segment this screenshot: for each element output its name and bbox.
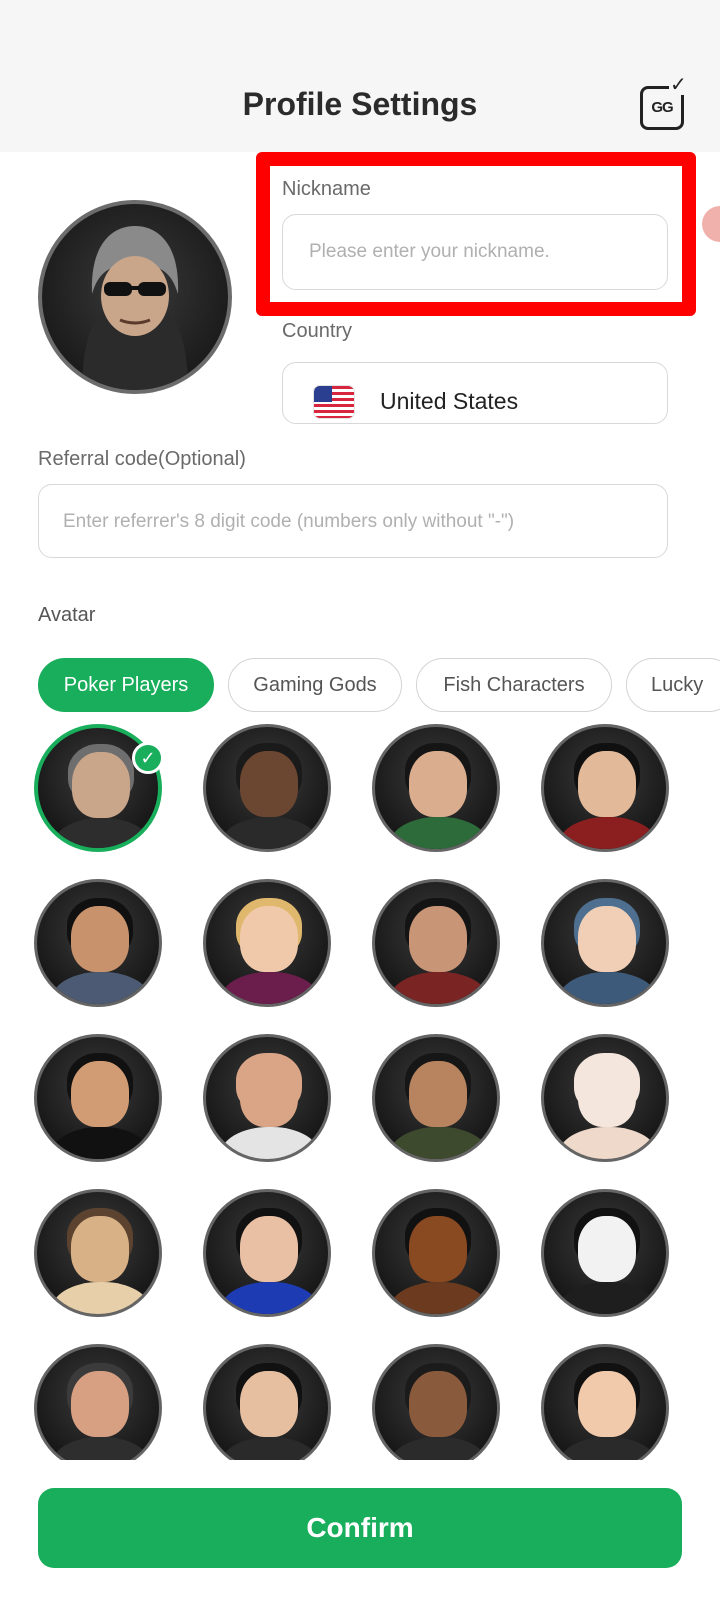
avatar-face — [578, 906, 636, 972]
avatar-option-doberman-dog[interactable] — [372, 1189, 500, 1317]
page-title: Profile Settings — [242, 86, 478, 122]
gg-check-icon[interactable]: GG ✓ — [640, 75, 688, 130]
avatar-option-young-man-suit[interactable] — [203, 1344, 331, 1460]
avatar-option-blonde-woman[interactable] — [203, 879, 331, 1007]
hooded-man-avatar-icon — [82, 226, 188, 390]
avatar-body — [558, 817, 658, 849]
avatar-face — [71, 906, 129, 972]
avatar-body — [558, 1282, 658, 1314]
avatar-option-mustache-man[interactable] — [34, 879, 162, 1007]
avatar-body — [220, 1437, 320, 1460]
edge-indicator-dot — [702, 206, 720, 242]
avatar-body — [51, 1282, 151, 1314]
avatar-body — [389, 1127, 489, 1159]
avatar-body — [389, 972, 489, 1004]
confirm-button[interactable]: Confirm — [38, 1488, 682, 1568]
avatar-option-white-cat[interactable] — [541, 1034, 669, 1162]
avatar-option-pug-dog[interactable] — [34, 1189, 162, 1317]
country-label: Country — [282, 320, 353, 342]
referral-label: Referral code(Optional) — [38, 448, 246, 470]
header-bar: Profile Settings GG ✓ — [0, 0, 720, 152]
avatar-option-bald-mustache-man[interactable] — [203, 1034, 331, 1162]
avatar-face — [71, 1371, 129, 1437]
avatar-option-woman-blue-dress[interactable] — [203, 1189, 331, 1317]
avatar-body — [51, 1437, 151, 1460]
avatar-face — [72, 752, 130, 818]
avatar-option-big-man-sunglasses[interactable] — [34, 1034, 162, 1162]
check-mark-icon: ✓ — [669, 74, 688, 96]
avatar-face — [71, 1216, 129, 1282]
avatar-face — [409, 1371, 467, 1437]
avatar-option-man-suit[interactable] — [203, 724, 331, 852]
selected-check-icon: ✓ — [132, 742, 164, 774]
tab-fish-characters[interactable]: Fish Characters — [416, 658, 612, 712]
avatar-body — [558, 1437, 658, 1460]
avatar-body — [389, 1437, 489, 1460]
avatar-option-panda[interactable] — [541, 1189, 669, 1317]
selected-avatar-preview — [38, 200, 232, 394]
avatar-face — [240, 906, 298, 972]
avatar-face — [409, 1061, 467, 1127]
avatar-option-angry-boy[interactable] — [372, 724, 500, 852]
avatar-face — [409, 751, 467, 817]
tab-lucky[interactable]: Lucky — [626, 658, 720, 712]
tab-gaming-gods[interactable]: Gaming Gods — [228, 658, 402, 712]
gg-logo-text: GG — [651, 99, 673, 116]
us-flag-icon — [314, 386, 354, 418]
referral-code-input[interactable]: Enter referrer's 8 digit code (numbers o… — [38, 484, 668, 558]
avatar-option-hooded-kid-sunglasses[interactable] — [541, 879, 669, 1007]
avatar-body — [51, 1127, 151, 1159]
avatar-face — [578, 1371, 636, 1437]
nickname-highlight-box — [256, 152, 696, 316]
avatar-label: Avatar — [38, 604, 96, 626]
avatar-face — [578, 751, 636, 817]
avatar-face — [409, 1216, 467, 1282]
referral-placeholder: Enter referrer's 8 digit code (numbers o… — [63, 511, 515, 532]
avatar-grid — [0, 724, 720, 1460]
tab-poker-players[interactable]: Poker Players — [38, 658, 214, 712]
avatar-option-man-fedora[interactable] — [34, 1344, 162, 1460]
avatar-face — [240, 1371, 298, 1437]
avatar-body — [220, 1282, 320, 1314]
avatar-face — [240, 1216, 298, 1282]
avatar-option-short-hair-woman[interactable] — [541, 1344, 669, 1460]
avatar-face — [240, 1061, 298, 1127]
avatar-body — [51, 972, 151, 1004]
avatar-option-curly-hair-woman[interactable] — [372, 1344, 500, 1460]
avatar-option-smiling-man-red[interactable] — [541, 724, 669, 852]
avatar-body — [389, 1282, 489, 1314]
avatar-option-long-hair-man[interactable] — [372, 879, 500, 1007]
avatar-body — [220, 972, 320, 1004]
avatar-face — [240, 751, 298, 817]
avatar-body — [220, 1127, 320, 1159]
avatar-face — [578, 1216, 636, 1282]
avatar-option-scowling-man[interactable] — [372, 1034, 500, 1162]
avatar-body — [558, 1127, 658, 1159]
country-value: United States — [380, 388, 519, 414]
avatar-face — [71, 1061, 129, 1127]
avatar-body — [389, 817, 489, 849]
avatar-body — [220, 817, 320, 849]
avatar-face — [578, 1061, 636, 1127]
avatar-face — [409, 906, 467, 972]
avatar-body — [52, 818, 152, 848]
avatar-body — [558, 972, 658, 1004]
